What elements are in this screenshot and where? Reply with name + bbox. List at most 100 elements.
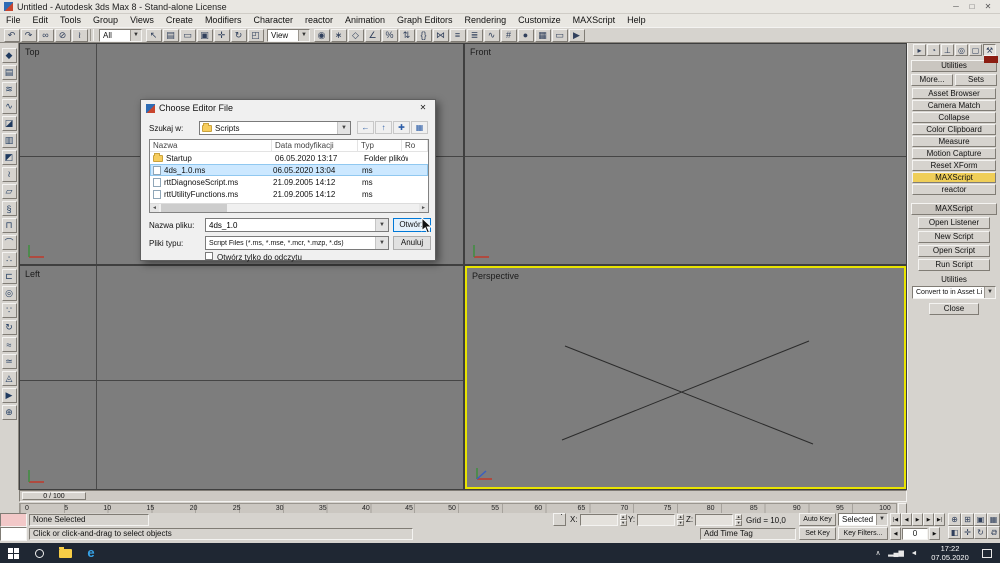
zoom-icon[interactable]: ⊕: [948, 513, 961, 526]
menu-item[interactable]: Create: [160, 14, 199, 27]
close-utility-button[interactable]: Close: [929, 303, 979, 315]
reactor-apply-rope-modifier-icon[interactable]: ≀: [2, 167, 17, 182]
utility-button[interactable]: Color Clipboard: [912, 124, 996, 135]
volume-icon[interactable]: [906, 550, 922, 557]
column-header-date[interactable]: Data modyfikacji: [272, 140, 358, 151]
utility-button[interactable]: Asset Browser: [912, 88, 996, 99]
use-pivot-point-center-icon[interactable]: ◉: [314, 29, 330, 42]
dropdown-arrow-icon[interactable]: [337, 122, 350, 134]
maxscript-mini-listener[interactable]: [0, 527, 27, 541]
menu-item[interactable]: Customize: [512, 14, 567, 27]
create-tab-icon[interactable]: ▸: [913, 44, 926, 56]
reactor-apply-cloth-modifier-icon[interactable]: ▥: [2, 133, 17, 148]
next-key-button[interactable]: ▶: [929, 527, 940, 540]
reactor-create-wind-icon[interactable]: ≈: [2, 337, 17, 352]
action-center-icon[interactable]: [982, 549, 992, 558]
reactor-create-car-wheel-icon[interactable]: ◎: [2, 286, 17, 301]
redo-icon[interactable]: ↷: [21, 29, 37, 42]
reactor-rope-collection-icon[interactable]: ∿: [2, 99, 17, 114]
auto-key-button[interactable]: Auto Key: [799, 513, 836, 526]
unlink-selection-icon[interactable]: ⊘: [55, 29, 71, 42]
y-coordinate-field[interactable]: [637, 514, 675, 526]
modify-tab-icon[interactable]: ◔: [927, 44, 940, 56]
utility-button[interactable]: reactor: [912, 184, 996, 195]
view-menu-button[interactable]: ▦: [411, 121, 428, 134]
viewport-left[interactable]: Left: [20, 266, 463, 489]
more-utilities-button[interactable]: More...: [911, 74, 953, 86]
menu-item[interactable]: Modifiers: [199, 14, 248, 27]
spinner-snap-toggle-icon[interactable]: ⇅: [399, 29, 415, 42]
viewport-perspective-active[interactable]: Perspective: [465, 266, 906, 489]
go-to-end-button[interactable]: ▶|: [934, 513, 945, 526]
hierarchy-tab-icon[interactable]: ⊥: [941, 44, 954, 56]
material-editor-icon[interactable]: ●: [518, 29, 534, 42]
utilities-tab-icon[interactable]: ⚒: [983, 44, 996, 56]
back-button[interactable]: ←: [357, 121, 374, 134]
key-selection-combo[interactable]: Selected: [838, 513, 888, 526]
previous-key-button[interactable]: ◀: [890, 527, 901, 540]
rectangular-selection-region-icon[interactable]: ▭: [180, 29, 196, 42]
viewport-label[interactable]: Left: [25, 269, 40, 279]
reactor-create-point-path-icon[interactable]: ∵: [2, 303, 17, 318]
menu-item[interactable]: MAXScript: [567, 14, 622, 27]
layer-manager-icon[interactable]: ≣: [467, 29, 483, 42]
z-spinner[interactable]: ▲▼: [735, 514, 742, 526]
select-and-move-icon[interactable]: ✛: [214, 29, 230, 42]
column-header-type[interactable]: Typ: [358, 140, 402, 151]
file-explorer-button[interactable]: [52, 543, 78, 563]
render-type-icon[interactable]: ▭: [552, 29, 568, 42]
snap-toggle-3d-icon[interactable]: ◇: [348, 29, 364, 42]
scroll-left-icon[interactable]: ◄: [150, 204, 159, 212]
readonly-checkbox[interactable]: [205, 252, 213, 260]
taskbar-clock[interactable]: 17:22 07.05.2020: [924, 544, 976, 562]
dropdown-arrow-icon[interactable]: [298, 30, 309, 41]
reactor-create-fracture-icon[interactable]: ◬: [2, 371, 17, 386]
file-name-input[interactable]: [206, 219, 375, 231]
menu-item[interactable]: File: [0, 14, 27, 27]
reactor-create-spring-icon[interactable]: §: [2, 201, 17, 216]
reactor-create-water-icon[interactable]: ≃: [2, 354, 17, 369]
key-filters-button[interactable]: Key Filters...: [838, 527, 888, 540]
maxscript-utility-dropdown[interactable]: Convert to in Asset Li: [912, 286, 996, 299]
utility-button[interactable]: Measure: [912, 136, 996, 147]
arc-rotate-icon[interactable]: ↻: [974, 526, 987, 539]
scroll-right-icon[interactable]: ►: [419, 204, 428, 212]
named-selection-sets-icon[interactable]: {}: [416, 29, 432, 42]
file-row-4ds[interactable]: 4ds_1.0.ms 06.05.2020 13:04 ms: [150, 164, 428, 176]
menu-item[interactable]: Help: [621, 14, 652, 27]
viewport-label[interactable]: Top: [25, 47, 40, 57]
reactor-cloth-collection-icon[interactable]: ▤: [2, 65, 17, 80]
selection-filter-combo[interactable]: All: [99, 29, 142, 42]
add-time-tag-field[interactable]: Add Time Tag: [700, 528, 796, 540]
zoom-extents-all-icon[interactable]: ▦: [987, 513, 1000, 526]
up-one-level-button[interactable]: ↑: [375, 121, 392, 134]
dropdown-arrow-icon[interactable]: [375, 237, 388, 249]
file-row-rtt-utility[interactable]: rttUtilityFunctions.ms 21.09.2005 14:12 …: [150, 188, 428, 200]
reactor-deforming-mesh-collection-icon[interactable]: ◪: [2, 116, 17, 131]
menu-item[interactable]: Character: [247, 14, 299, 27]
maximize-icon[interactable]: [964, 0, 980, 13]
utility-button[interactable]: Collapse: [912, 112, 996, 123]
reactor-create-motor-icon[interactable]: ↻: [2, 320, 17, 335]
browser-button[interactable]: e: [78, 543, 104, 563]
render-scene-icon[interactable]: ▦: [535, 29, 551, 42]
menu-item[interactable]: Views: [124, 14, 160, 27]
maxscript-button[interactable]: Run Script: [918, 259, 990, 271]
cancel-button[interactable]: Anuluj: [393, 236, 431, 250]
utility-sets-button[interactable]: Sets: [955, 74, 997, 86]
menu-item[interactable]: Group: [87, 14, 124, 27]
pan-view-icon[interactable]: ✛: [961, 526, 974, 539]
percent-snap-toggle-icon[interactable]: %: [382, 29, 398, 42]
select-and-rotate-icon[interactable]: ↻: [231, 29, 247, 42]
new-folder-button[interactable]: ✚: [393, 121, 410, 134]
utility-button[interactable]: Reset XForm: [912, 160, 996, 171]
search-button[interactable]: [26, 543, 52, 563]
min-max-toggle-icon[interactable]: ⧉: [987, 526, 1000, 539]
macro-recorder-mini-listener[interactable]: [0, 513, 27, 527]
lock-selection-toggle[interactable]: [553, 513, 566, 526]
align-icon[interactable]: ≡: [450, 29, 466, 42]
file-list[interactable]: Nazwa Data modyfikacji Typ Ro Startup 06…: [149, 139, 429, 213]
reference-coordinate-combo[interactable]: View: [267, 29, 310, 42]
display-tab-icon[interactable]: ▢: [969, 44, 982, 56]
reactor-soft-body-collection-icon[interactable]: ≋: [2, 82, 17, 97]
